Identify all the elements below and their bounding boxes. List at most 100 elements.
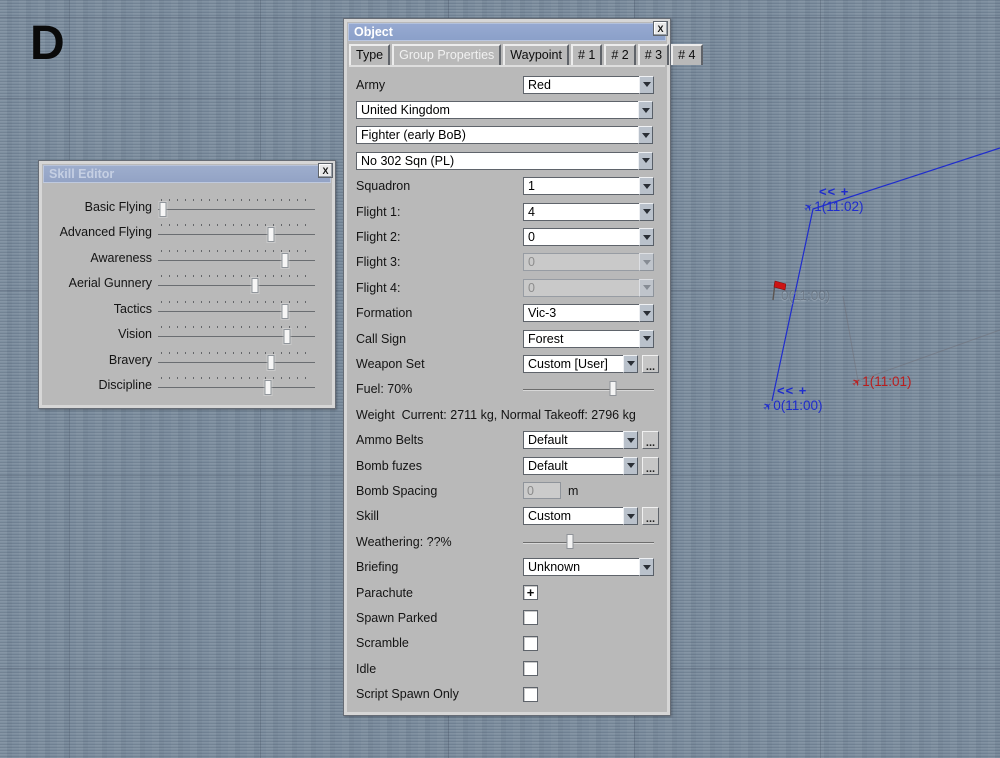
object-titlebar[interactable]: Object [348, 23, 666, 41]
skill-combo[interactable]: Custom [523, 507, 638, 525]
army-combo[interactable]: Red [523, 76, 654, 94]
formation-label: Formation [356, 306, 523, 320]
tab-3[interactable]: # 3 [638, 44, 669, 65]
tab-1[interactable]: # 1 [571, 44, 602, 65]
spawn-parked-checkbox[interactable] [523, 610, 538, 625]
nation-combo[interactable]: United Kingdom [356, 101, 653, 119]
slider-thumb[interactable] [252, 278, 259, 293]
weapon-set-more-button[interactable]: ... [642, 355, 659, 373]
tab-2[interactable]: # 2 [604, 44, 635, 65]
weapon-set-combo[interactable]: Custom [User] [523, 355, 638, 373]
idle-checkbox[interactable] [523, 661, 538, 676]
formation-combo[interactable]: Vic-3 [523, 304, 654, 322]
squadron-name-value[interactable]: No 302 Sqn (PL) [356, 152, 638, 170]
basic-flying-slider[interactable] [158, 195, 315, 219]
slider-thumb[interactable] [268, 355, 275, 370]
slider-thumb[interactable] [159, 202, 166, 217]
chevron-down-icon[interactable] [639, 177, 654, 195]
scramble-checkbox[interactable] [523, 636, 538, 651]
weathering-label: Weathering: ??% [356, 535, 523, 549]
slider-track [158, 260, 315, 261]
close-icon[interactable]: X [318, 163, 333, 178]
flight2-combo[interactable]: 0 [523, 228, 654, 246]
bomb-fuzes-more-button[interactable]: ... [642, 457, 659, 475]
slider-thumb[interactable] [268, 227, 275, 242]
bomb-fuzes-combo[interactable]: Default [523, 457, 638, 475]
slider-track [158, 285, 315, 286]
chevron-down-icon[interactable] [623, 355, 638, 373]
chevron-down-icon[interactable] [638, 101, 653, 119]
slider-thumb[interactable] [283, 329, 290, 344]
ammo-belts-more-button[interactable]: ... [642, 431, 659, 449]
flight4-label: Flight 4: [356, 281, 523, 295]
skill-value[interactable]: Custom [523, 507, 623, 525]
tab-waypoint[interactable]: Waypoint [503, 44, 569, 65]
squadron-combo[interactable]: 1 [523, 177, 654, 195]
chevron-down-icon[interactable] [639, 76, 654, 94]
chevron-down-icon[interactable] [623, 507, 638, 525]
chevron-down-icon[interactable] [639, 330, 654, 348]
vision-slider[interactable] [158, 322, 315, 346]
flight1-combo[interactable]: 4 [523, 203, 654, 221]
callsign-value[interactable]: Forest [523, 330, 639, 348]
object-title: Object [354, 25, 393, 39]
briefing-value[interactable]: Unknown [523, 558, 639, 576]
tab-group-properties[interactable]: Group Properties [392, 44, 501, 65]
flight1-value[interactable]: 4 [523, 203, 639, 221]
squadron-value[interactable]: 1 [523, 177, 639, 195]
tab-4[interactable]: # 4 [671, 44, 702, 65]
chevron-down-icon[interactable] [638, 152, 653, 170]
nation-value[interactable]: United Kingdom [356, 101, 638, 119]
ammo-belts-value[interactable]: Default [523, 431, 623, 449]
chevron-down-icon[interactable] [639, 228, 654, 246]
slider-thumb[interactable] [264, 380, 271, 395]
chevron-down-icon[interactable] [639, 304, 654, 322]
chevron-down-icon[interactable] [623, 457, 638, 475]
role-value[interactable]: Fighter (early BoB) [356, 126, 638, 144]
waypoint-marker[interactable]: ✈0(11:00) [763, 398, 823, 413]
slider-thumb[interactable] [610, 381, 617, 396]
fuel-slider[interactable] [523, 380, 654, 398]
map-canvas[interactable]: D 0(11:00) << + ✈1(11:02) << + ✈0(11:00)… [0, 0, 1000, 758]
skill-editor-titlebar[interactable]: Skill Editor [43, 165, 331, 183]
waypoint-marker[interactable]: ✈1(11:01) [852, 374, 912, 389]
chevron-down-icon[interactable] [639, 203, 654, 221]
waypoint-marker[interactable]: ✈1(11:02) [804, 199, 864, 214]
skill-more-button[interactable]: ... [642, 507, 659, 525]
chevron-down-icon[interactable] [639, 558, 654, 576]
close-icon[interactable]: X [653, 21, 668, 36]
slider-thumb[interactable] [282, 253, 289, 268]
parachute-checkbox[interactable]: + [523, 585, 538, 600]
advanced-flying-slider[interactable] [158, 220, 315, 244]
slider-track [158, 234, 315, 235]
waypoint-nav-arrows: << + [819, 184, 849, 199]
parachute-label: Parachute [356, 586, 523, 600]
weapon-set-value[interactable]: Custom [User] [523, 355, 623, 373]
bomb-fuzes-value[interactable]: Default [523, 457, 623, 475]
flight2-value[interactable]: 0 [523, 228, 639, 246]
chevron-down-icon[interactable] [623, 431, 638, 449]
weathering-slider[interactable] [523, 533, 654, 551]
bravery-slider[interactable] [158, 348, 315, 372]
skill-slider-label: Basic Flying [40, 200, 152, 214]
chevron-down-icon[interactable] [638, 126, 653, 144]
awareness-slider[interactable] [158, 246, 315, 270]
briefing-combo[interactable]: Unknown [523, 558, 654, 576]
tab-type[interactable]: Type [349, 44, 390, 65]
discipline-slider[interactable] [158, 373, 315, 397]
army-value[interactable]: Red [523, 76, 639, 94]
formation-value[interactable]: Vic-3 [523, 304, 639, 322]
tactics-slider[interactable] [158, 297, 315, 321]
callsign-combo[interactable]: Forest [523, 330, 654, 348]
aerial-gunnery-slider[interactable] [158, 271, 315, 295]
ammo-belts-combo[interactable]: Default [523, 431, 638, 449]
bomb-spacing-input: 0 [523, 482, 561, 499]
flight1-label: Flight 1: [356, 205, 523, 219]
squadron-label: Squadron [356, 179, 523, 193]
slider-ticks [161, 326, 312, 328]
slider-thumb[interactable] [282, 304, 289, 319]
squadron-name-combo[interactable]: No 302 Sqn (PL) [356, 152, 653, 170]
slider-thumb[interactable] [567, 534, 574, 549]
role-combo[interactable]: Fighter (early BoB) [356, 126, 653, 144]
script-spawn-only-checkbox[interactable] [523, 687, 538, 702]
